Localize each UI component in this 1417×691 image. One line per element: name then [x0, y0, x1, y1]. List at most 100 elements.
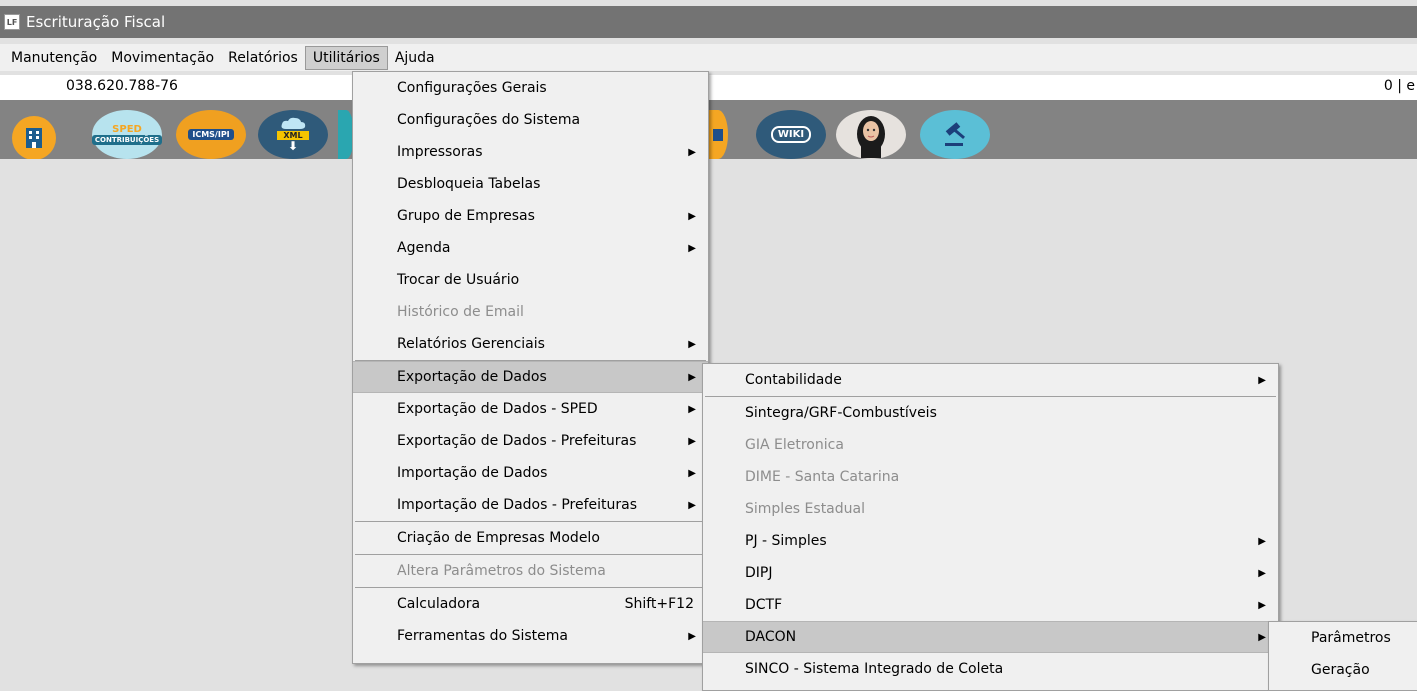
submenu-item-sinco[interactable]: SINCO - Sistema Integrado de Coleta	[703, 653, 1278, 685]
submenu-item-parametros[interactable]: Parâmetros	[1269, 622, 1417, 654]
menu-item-importacao-prefeituras[interactable]: Importação de Dados - Prefeituras ▶	[353, 489, 708, 521]
user-cpf: 038.620.788-76	[66, 78, 178, 94]
status-counter: 0 | e	[1383, 78, 1415, 94]
menu-item-label: Importação de Dados	[397, 465, 548, 481]
chat-icon[interactable]	[708, 110, 728, 159]
icms-label: ICMS/IPI	[188, 129, 234, 140]
menu-item-grupo-empresas[interactable]: Grupo de Empresas ▶	[353, 200, 708, 232]
menu-item-label: Exportação de Dados	[397, 369, 547, 385]
menu-item-label: Configurações do Sistema	[397, 112, 581, 128]
menu-item-label: Simples Estadual	[745, 501, 865, 517]
menu-item-label: DIME - Santa Catarina	[745, 469, 900, 485]
assistant-avatar-icon[interactable]	[836, 110, 906, 159]
submenu-item-dctf[interactable]: DCTF ▶	[703, 589, 1278, 621]
menu-manutencao[interactable]: Manutenção	[4, 47, 104, 69]
download-arrow-icon: ⬇	[287, 139, 299, 153]
submenu-arrow-icon: ▶	[688, 210, 696, 222]
menu-item-label: Calculadora	[397, 596, 481, 612]
submenu-arrow-icon: ▶	[688, 499, 696, 511]
wiki-icon[interactable]: WIKI	[756, 110, 826, 159]
submenu-item-pj-simples[interactable]: PJ - Simples ▶	[703, 525, 1278, 557]
menu-item-exportacao-prefeituras[interactable]: Exportação de Dados - Prefeituras ▶	[353, 425, 708, 457]
menu-item-agenda[interactable]: Agenda ▶	[353, 232, 708, 264]
utilitarios-menu: Configurações Gerais Configurações do Si…	[352, 71, 709, 664]
menu-utilitarios[interactable]: Utilitários	[304, 45, 388, 70]
menu-item-criacao-empresas-modelo[interactable]: Criação de Empresas Modelo	[353, 522, 708, 554]
menu-item-label: Contabilidade	[745, 372, 842, 388]
calculadora-shortcut: Shift+F12	[624, 596, 694, 612]
menu-item-label: Criação de Empresas Modelo	[397, 530, 600, 546]
submenu-arrow-icon: ▶	[688, 630, 696, 642]
menu-ajuda[interactable]: Ajuda	[388, 47, 442, 69]
dacon-submenu: Parâmetros Geração	[1268, 621, 1417, 691]
menu-item-label: DACON	[745, 629, 797, 645]
submenu-arrow-icon: ▶	[688, 338, 696, 350]
menu-item-label: SINCO - Sistema Integrado de Coleta	[745, 661, 1004, 677]
menu-item-label: Ferramentas do Sistema	[397, 628, 568, 644]
menu-item-label: GIA Eletronica	[745, 437, 844, 453]
sped-sub-label: CONTRIBUIÇÕES	[91, 135, 163, 145]
menu-item-ferramentas-sistema[interactable]: Ferramentas do Sistema ▶	[353, 620, 708, 652]
app-icon: LF	[4, 14, 20, 30]
menu-item-configuracoes-gerais[interactable]: Configurações Gerais	[353, 72, 708, 104]
menu-item-calculadora[interactable]: Calculadora Shift+F12	[353, 588, 708, 620]
menu-item-label: Exportação de Dados - Prefeituras	[397, 433, 637, 449]
menu-item-label: PJ - Simples	[745, 533, 827, 549]
menu-item-label: Trocar de Usuário	[397, 272, 520, 288]
exportacao-dados-submenu: Contabilidade ▶ Sintegra/GRF-Combustíveis…	[702, 363, 1279, 691]
submenu-arrow-icon: ▶	[688, 146, 696, 158]
menu-item-exportacao-dados[interactable]: Exportação de Dados ▶	[353, 361, 708, 393]
menu-item-relatorios-gerenciais[interactable]: Relatórios Gerenciais ▶	[353, 328, 708, 360]
menu-item-label: DIPJ	[745, 565, 773, 581]
title-bar: LF Escrituração Fiscal	[0, 6, 1417, 38]
submenu-arrow-icon: ▶	[1258, 374, 1266, 386]
submenu-item-dipj[interactable]: DIPJ ▶	[703, 557, 1278, 589]
submenu-item-dacon[interactable]: DACON ▶	[703, 621, 1278, 653]
menu-item-label: Histórico de Email	[397, 304, 524, 320]
xml-download-icon[interactable]: XML ⬇	[258, 110, 328, 159]
submenu-arrow-icon: ▶	[688, 435, 696, 447]
sped-icms-ipi-icon[interactable]: ICMS/IPI	[176, 110, 246, 159]
menu-item-label: Agenda	[397, 240, 451, 256]
submenu-item-dime: DIME - Santa Catarina	[703, 461, 1278, 493]
menu-item-impressoras[interactable]: Impressoras ▶	[353, 136, 708, 168]
submenu-arrow-icon: ▶	[1258, 567, 1266, 579]
submenu-arrow-icon: ▶	[688, 403, 696, 415]
menu-item-label: DCTF	[745, 597, 783, 613]
submenu-item-geracao[interactable]: Geração	[1269, 654, 1417, 686]
submenu-arrow-icon: ▶	[688, 242, 696, 254]
menu-item-importacao-dados[interactable]: Importação de Dados ▶	[353, 457, 708, 489]
submenu-arrow-icon: ▶	[1258, 631, 1266, 643]
menu-item-label: Geração	[1311, 662, 1370, 678]
submenu-item-simples-estadual: Simples Estadual	[703, 493, 1278, 525]
menu-item-label: Exportação de Dados - SPED	[397, 401, 598, 417]
menu-movimentacao[interactable]: Movimentação	[104, 47, 221, 69]
menu-item-altera-parametros: Altera Parâmetros do Sistema	[353, 555, 708, 587]
submenu-arrow-icon: ▶	[688, 467, 696, 479]
menu-item-label: Desbloqueia Tabelas	[397, 176, 541, 192]
menu-item-label: Impressoras	[397, 144, 483, 160]
menu-item-label: Grupo de Empresas	[397, 208, 535, 224]
gavel-icon[interactable]	[920, 110, 990, 159]
menu-bar: Manutenção Movimentação Relatórios Utili…	[0, 44, 1417, 71]
menu-item-label: Sintegra/GRF-Combustíveis	[745, 405, 937, 421]
submenu-item-sintegra[interactable]: Sintegra/GRF-Combustíveis	[703, 397, 1278, 429]
sped-label: SPED	[112, 124, 142, 135]
submenu-arrow-icon: ▶	[1258, 535, 1266, 547]
menu-item-trocar-usuario[interactable]: Trocar de Usuário	[353, 264, 708, 296]
menu-item-desbloqueia-tabelas[interactable]: Desbloqueia Tabelas	[353, 168, 708, 200]
window-title: Escrituração Fiscal	[26, 13, 166, 31]
menu-relatorios[interactable]: Relatórios	[221, 47, 305, 69]
menu-item-label: Importação de Dados - Prefeituras	[397, 497, 638, 513]
submenu-arrow-icon: ▶	[1258, 599, 1266, 611]
submenu-item-gia-eletronica: GIA Eletronica	[703, 429, 1278, 461]
submenu-item-contabilidade[interactable]: Contabilidade ▶	[703, 364, 1278, 396]
menu-item-label: Configurações Gerais	[397, 80, 547, 96]
menu-item-exportacao-sped[interactable]: Exportação de Dados - SPED ▶	[353, 393, 708, 425]
wiki-label: WIKI	[770, 126, 812, 143]
menu-item-configuracoes-sistema[interactable]: Configurações do Sistema	[353, 104, 708, 136]
menu-item-historico-email: Histórico de Email	[353, 296, 708, 328]
menu-item-label: Altera Parâmetros do Sistema	[397, 563, 606, 579]
sped-contribuicoes-icon[interactable]: SPED CONTRIBUIÇÕES	[91, 110, 163, 159]
company-building-icon[interactable]	[12, 116, 56, 160]
